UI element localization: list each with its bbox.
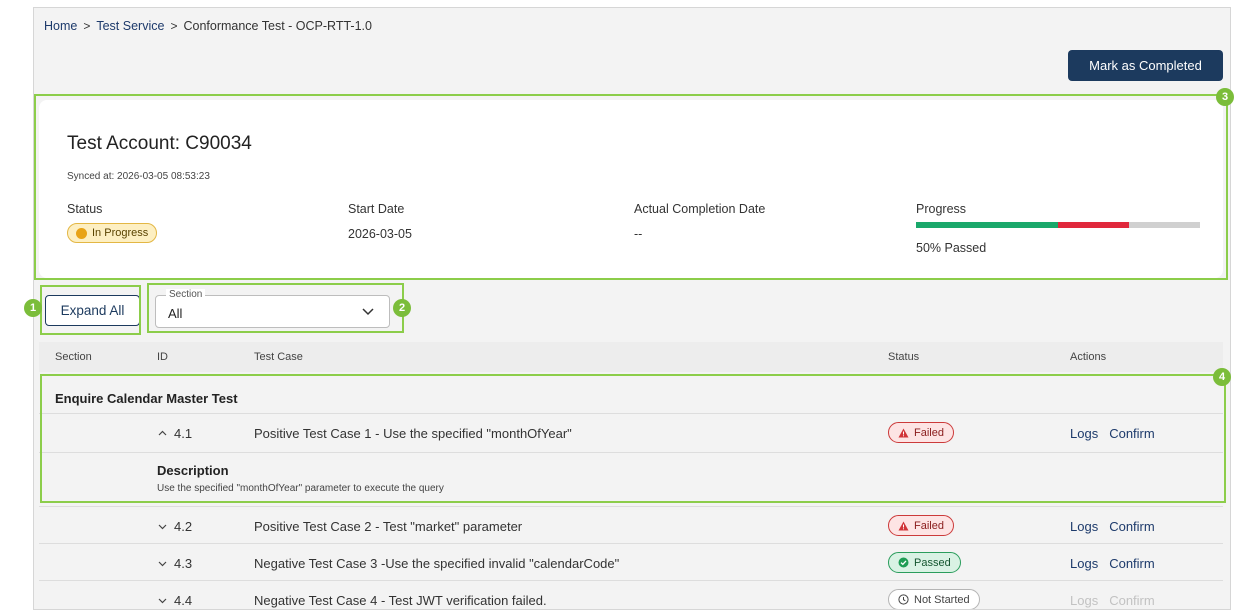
row-test-case-name: Positive Test Case 1 - Use the specified…	[254, 426, 572, 441]
section-group-name: Enquire Calendar Master Test	[55, 391, 238, 406]
row-id[interactable]: 4.4	[157, 593, 192, 608]
confirm-link[interactable]: Confirm	[1109, 426, 1155, 441]
logs-link[interactable]: Logs	[1070, 519, 1098, 534]
description-title: Description	[157, 463, 229, 478]
progress-remaining-segment	[1129, 222, 1200, 228]
not-started-badge: Not Started	[888, 589, 980, 609]
callout-number-1: 1	[24, 299, 42, 317]
column-header-section: Section	[55, 351, 92, 363]
column-header-id: ID	[157, 351, 168, 363]
logs-link[interactable]: Logs	[1070, 556, 1098, 571]
column-header-status: Status	[888, 351, 920, 363]
failed-badge-text: Failed	[914, 426, 944, 439]
chevron-down-icon	[158, 598, 167, 604]
warning-triangle-icon	[898, 428, 909, 437]
description-row: Description Use the specified "monthOfYe…	[39, 452, 1223, 506]
description-text: Use the specified "monthOfYear" paramete…	[157, 483, 444, 494]
synced-timestamp: Synced at: 2026-03-05 08:53:23	[67, 171, 210, 182]
confirm-link[interactable]: Confirm	[1109, 556, 1155, 571]
chevron-down-icon	[158, 524, 167, 530]
progress-label: Progress	[916, 202, 967, 216]
warning-triangle-icon	[898, 521, 909, 530]
breadcrumb-current: Conformance Test - OCP-RTT-1.0	[183, 19, 372, 33]
section-select[interactable]: Section All	[155, 289, 390, 328]
column-header-actions: Actions	[1070, 351, 1107, 363]
clock-icon	[898, 594, 909, 605]
row-test-case-name: Negative Test Case 3 -Use the specified …	[254, 556, 620, 571]
progress-passed-segment	[916, 222, 1058, 228]
row-status: Not Started	[888, 589, 980, 609]
table-row: 4.2 Positive Test Case 2 - Test "market"…	[39, 506, 1223, 543]
callout-number-2: 2	[393, 299, 411, 317]
mark-as-completed-button[interactable]: Mark as Completed	[1068, 50, 1223, 81]
app-frame: Home > Test Service > Conformance Test -…	[33, 7, 1231, 610]
failed-badge: Failed	[888, 422, 954, 443]
status-label: Status	[67, 202, 103, 216]
failed-badge: Failed	[888, 515, 954, 536]
row-test-case-name: Positive Test Case 2 - Test "market" par…	[254, 519, 523, 534]
chevron-up-icon	[158, 430, 167, 436]
logs-link-disabled: Logs	[1070, 593, 1099, 608]
row-id[interactable]: 4.1	[157, 426, 192, 441]
row-actions: Logs Confirm	[1070, 556, 1155, 571]
row-status: Failed	[888, 422, 954, 443]
confirm-link[interactable]: Confirm	[1109, 519, 1155, 534]
start-date-label: Start Date	[348, 202, 405, 216]
progress-text: 50% Passed	[916, 241, 987, 255]
row-test-case-name: Negative Test Case 4 - Test JWT verifica…	[254, 593, 547, 608]
row-id-text: 4.3	[174, 556, 193, 571]
breadcrumb: Home > Test Service > Conformance Test -…	[44, 19, 372, 33]
row-id[interactable]: 4.3	[157, 556, 192, 571]
confirm-link-disabled: Confirm	[1109, 593, 1155, 608]
breadcrumb-home[interactable]: Home	[44, 19, 77, 33]
test-account-card: Test Account: C90034 Synced at: 2026-03-…	[39, 100, 1223, 278]
breadcrumb-test-service[interactable]: Test Service	[96, 19, 164, 33]
passed-badge-text: Passed	[914, 556, 951, 569]
row-id-text: 4.1	[174, 426, 193, 441]
row-id[interactable]: 4.2	[157, 519, 192, 534]
not-started-badge-text: Not Started	[914, 593, 970, 606]
row-id-text: 4.4	[174, 593, 193, 608]
completion-date-value: --	[634, 227, 643, 241]
table-row: 4.1 Positive Test Case 1 - Use the speci…	[39, 413, 1223, 450]
status-badge-text: In Progress	[92, 227, 149, 239]
check-circle-icon	[898, 557, 909, 568]
row-actions: Logs Confirm	[1070, 519, 1155, 534]
callout-number-4: 4	[1213, 368, 1231, 386]
breadcrumb-separator: >	[170, 19, 178, 33]
chevron-down-icon	[362, 308, 374, 316]
section-group-row: Enquire Calendar Master Test	[39, 380, 1223, 413]
section-select-legend: Section	[166, 289, 206, 301]
status-badge: In Progress	[67, 223, 158, 243]
progress-failed-segment	[1058, 222, 1129, 228]
row-actions: Logs Confirm	[1070, 426, 1155, 441]
table-row: 4.4 Negative Test Case 4 - Test JWT veri…	[39, 580, 1223, 609]
account-title: Test Account: C90034	[67, 133, 252, 154]
column-header-test-case: Test Case	[254, 351, 303, 363]
callout-number-3: 3	[1216, 88, 1234, 106]
progress-bar	[916, 222, 1200, 228]
warning-dot-icon	[76, 227, 87, 239]
failed-badge-text: Failed	[914, 519, 944, 532]
row-status: Passed	[888, 552, 961, 573]
section-select-value: All	[168, 306, 183, 321]
breadcrumb-separator: >	[83, 19, 91, 33]
start-date-value: 2026-03-05	[348, 227, 412, 241]
completion-date-label: Actual Completion Date	[634, 202, 766, 216]
row-status: Failed	[888, 515, 954, 536]
passed-badge: Passed	[888, 552, 961, 573]
logs-link[interactable]: Logs	[1070, 426, 1098, 441]
row-actions: Logs Confirm	[1070, 593, 1155, 608]
row-id-text: 4.2	[174, 519, 193, 534]
expand-all-button[interactable]: Expand All	[45, 295, 140, 326]
table-row: 4.3 Negative Test Case 3 -Use the specif…	[39, 543, 1223, 580]
table-header: Section ID Test Case Status Actions	[39, 342, 1223, 372]
chevron-down-icon	[158, 561, 167, 567]
